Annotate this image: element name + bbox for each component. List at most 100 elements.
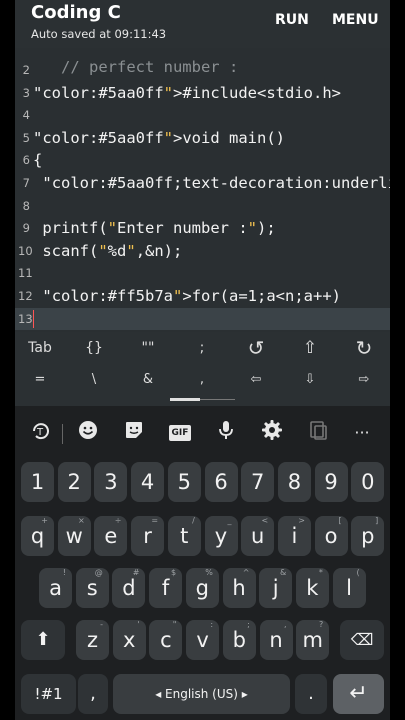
key-k[interactable]: k * [295,568,329,608]
mic-icon[interactable] [212,419,240,447]
equals-key[interactable]: = [23,372,57,387]
key-7[interactable]: 7 [241,462,275,502]
code-line[interactable]: 2 [15,59,390,81]
key-hint: ' [137,620,140,629]
tab-key[interactable]: Tab [23,340,57,356]
backspace-key[interactable]: ⌫ [340,620,384,660]
shift-key[interactable]: ⬆ [21,620,65,660]
key-s[interactable]: s @ [75,568,109,608]
arrow-down-icon[interactable]: ⇩ [293,372,327,387]
symbols-key[interactable]: !#1 [21,674,76,714]
key-b[interactable]: b; [222,620,256,660]
comma-extra-key[interactable]: , [185,372,219,387]
code-line[interactable]: 4 [15,104,390,126]
key-o[interactable]: o[ [314,516,348,556]
key-z[interactable]: z- [76,620,109,660]
key-p[interactable]: p] [351,516,385,556]
key-f[interactable]: f $ [149,568,183,608]
key-w[interactable]: w × [57,516,91,556]
code-line[interactable]: 13 [15,307,390,330]
key-v[interactable]: v: [186,620,220,660]
key-j[interactable]: j & [259,568,293,608]
key-label: u [251,524,265,548]
key-hint: : [210,620,214,629]
key-5[interactable]: 5 [167,462,201,502]
key-label: c [160,628,172,652]
space-key[interactable]: ◂ English (US) ▸ [113,674,290,714]
undo-icon[interactable]: ↺ [239,336,273,360]
key-label: q [30,524,45,548]
key-1[interactable]: 1 [21,462,54,502]
run-button[interactable]: RUN [275,12,309,28]
quotes-key[interactable]: "" [131,340,165,356]
line-number: 12 [18,289,33,303]
key-hint: + [41,516,48,525]
key-e[interactable]: e ÷ [94,516,128,556]
semicolon-key[interactable]: ; [185,340,219,356]
key-label: o [324,524,338,548]
key-8[interactable]: 8 [277,462,311,502]
arrow-up-icon[interactable]: ⇧ [293,338,327,358]
arrow-left-icon[interactable]: ⇦ [239,372,273,387]
code-line[interactable]: 12 "color:#ff5b7a">for(a=1;a<n;a++) [15,285,390,307]
sticker-icon[interactable] [120,419,148,447]
code-editor[interactable]: // perfect number : 2 3 "color:#5aa0ff">#i… [15,48,390,332]
key-g[interactable]: g% [185,568,219,608]
key-hint: > [298,516,305,525]
redo-icon[interactable]: ↻ [347,336,381,360]
code-line[interactable]: 8 [15,195,390,217]
key-2[interactable]: 2 [57,462,91,502]
period-key[interactable]: . [295,674,327,714]
enter-key[interactable]: ↵ [333,674,384,714]
key-q[interactable]: q + [21,516,54,556]
key-d[interactable]: d # [112,568,146,608]
code-line[interactable]: 9 printf("Enter number :"); [15,217,390,239]
settings-icon[interactable] [258,419,286,447]
more-icon[interactable]: ··· [348,419,376,447]
gif-icon[interactable]: GIF [166,419,194,447]
key-4[interactable]: 4 [131,462,165,502]
key-3[interactable]: 3 [94,462,128,502]
key-m[interactable]: m? [296,620,330,660]
key-u[interactable]: u < [241,516,275,556]
code-line[interactable]: 5 "color:#5aa0ff">void main() [15,127,390,149]
clipboard-icon[interactable] [304,419,332,447]
key-t[interactable]: t / [167,516,201,556]
code-line[interactable]: 3 "color:#5aa0ff">#include<stdio.h> [15,82,390,104]
comma-key[interactable]: , [78,674,108,714]
extra-keys-scroll-indicator [170,398,200,401]
key-hint: " [172,620,177,629]
key-l[interactable]: l( [332,568,366,608]
key-label: 5 [177,470,191,494]
key-y[interactable]: y _ [204,516,238,556]
key-hint: $ [171,568,177,577]
emoji-icon[interactable] [74,419,102,447]
key-9[interactable]: 9 [314,462,348,502]
key-x[interactable]: x ' [112,620,146,660]
code-line[interactable]: 10 scanf("%d",&n); [15,240,390,262]
key-hint: ; [247,620,250,629]
menu-button[interactable]: MENU [332,12,379,28]
key-hint: ? [318,620,324,629]
key-n[interactable]: n, [259,620,293,660]
key-6[interactable]: 6 [204,462,238,502]
key-0[interactable]: 0 [351,462,385,502]
ampersand-key[interactable]: & [131,372,165,387]
key-hint: < [261,516,269,525]
translate-icon[interactable]: T [27,419,55,447]
key-i[interactable]: i > [277,516,311,556]
arrow-right-icon[interactable]: ⇨ [347,372,381,387]
key-hint: % [205,568,213,577]
code-line[interactable]: 6{ [15,149,390,171]
key-h[interactable]: h ^ [222,568,256,608]
code-line[interactable]: 7 "color:#5aa0ff;text-decoration:underli… [15,172,390,194]
key-a[interactable]: a! [39,568,72,608]
code-line[interactable]: 11 [15,262,390,284]
key-label: e [104,524,118,548]
key-label: j [272,576,279,600]
app-window: Coding C Auto saved at 09:11:43 RUN MENU… [15,0,390,720]
key-c[interactable]: c " [149,620,183,660]
braces-key[interactable]: {} [77,340,111,356]
backslash-key[interactable]: \ [77,372,111,387]
key-r[interactable]: r = [131,516,165,556]
